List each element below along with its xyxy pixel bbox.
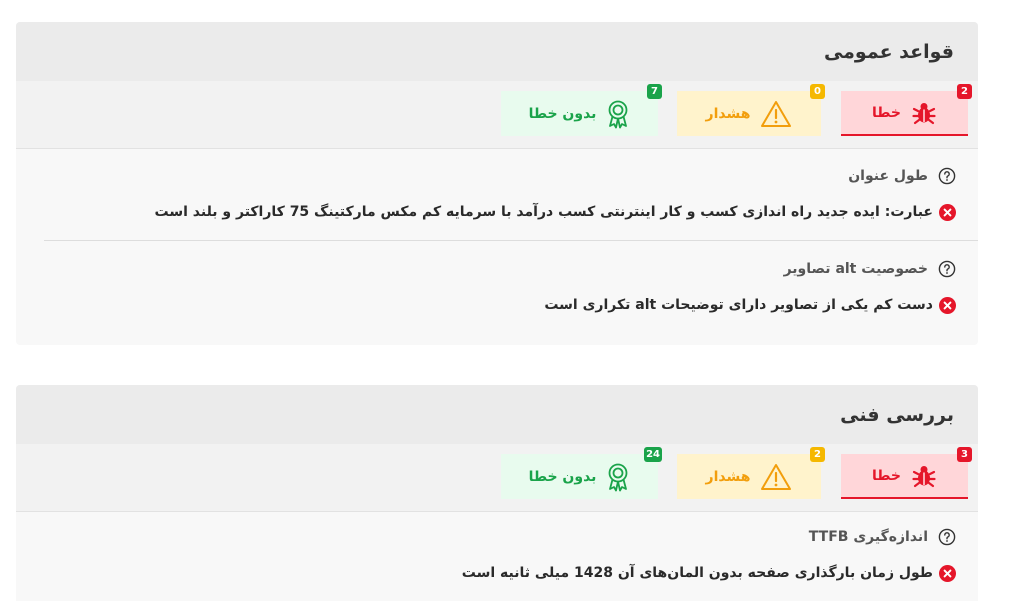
question-circle-icon[interactable] (938, 528, 956, 546)
warning-triangle-icon (761, 463, 792, 490)
error-count-badge: 3 (957, 447, 972, 462)
rule-image-alt: خصوصیت alt تصاویر دست کم یکی از تصاویر د… (16, 257, 978, 317)
x-circle-icon (939, 296, 956, 314)
tab-errors[interactable]: 3 خطا (841, 447, 972, 499)
rule-message: طول زمان بارگذاری صفحه بدون المان‌های آن… (461, 565, 933, 581)
bug-icon (912, 102, 936, 124)
panel-header: قواعد عمومی (16, 22, 978, 81)
tab-errors[interactable]: 2 خطا (841, 84, 972, 136)
x-circle-icon (939, 564, 956, 582)
warning-count-badge: 0 (810, 84, 825, 99)
rule-divider (44, 240, 978, 241)
passed-count-badge: 7 (647, 84, 662, 99)
tab-warnings-label: هشدار (705, 468, 751, 485)
rule-title-length: طول عنوان عبارت: ایده جدید راه اندازی کس… (16, 164, 978, 224)
tab-warnings-label: هشدار (705, 105, 751, 122)
rule-message: دست کم یکی از تصاویر دارای توضیحات alt ت… (544, 297, 933, 313)
panel-title: بررسی فنی (840, 403, 954, 426)
tab-passed[interactable]: 24 بدون خطا (501, 447, 662, 499)
status-tabs: 3 خطا 2 هشدار 24 بدون خطا (16, 444, 978, 512)
rule-ttfb: اندازه‌گیری TTFB طول زمان بارگذاری صفحه … (16, 525, 978, 585)
technical-review-panel: بررسی فنی 3 خطا 2 هشدار 24 بدون خطا اندا… (16, 385, 978, 601)
rule-title: خصوصیت alt تصاویر (783, 261, 928, 277)
tab-errors-label: خطا (872, 467, 901, 484)
rule-message: عبارت: ایده جدید راه اندازی کسب و کار ای… (154, 204, 934, 220)
general-rules-panel: قواعد عمومی 2 خطا 0 هشدار 7 بدون خطا طول… (16, 22, 978, 345)
bug-icon (912, 465, 936, 487)
tab-warnings[interactable]: 0 هشدار (677, 84, 825, 136)
tab-passed-label: بدون خطا (528, 468, 597, 485)
award-ribbon-icon (609, 463, 628, 491)
error-count-badge: 2 (957, 84, 972, 99)
award-ribbon-icon (609, 100, 628, 128)
tab-warnings[interactable]: 2 هشدار (677, 447, 825, 499)
panel-header: بررسی فنی (16, 385, 978, 444)
status-tabs: 2 خطا 0 هشدار 7 بدون خطا (16, 81, 978, 149)
tab-errors-label: خطا (872, 104, 901, 121)
warning-count-badge: 2 (810, 447, 825, 462)
question-circle-icon[interactable] (938, 260, 956, 278)
tab-passed[interactable]: 7 بدون خطا (501, 84, 662, 136)
rule-title: طول عنوان (848, 168, 928, 184)
question-circle-icon[interactable] (938, 167, 956, 185)
tab-passed-label: بدون خطا (528, 105, 597, 122)
passed-count-badge: 24 (644, 447, 662, 462)
x-circle-icon (939, 203, 956, 221)
panel-title: قواعد عمومی (823, 40, 954, 63)
warning-triangle-icon (761, 100, 792, 127)
rule-title: اندازه‌گیری TTFB (808, 529, 928, 545)
